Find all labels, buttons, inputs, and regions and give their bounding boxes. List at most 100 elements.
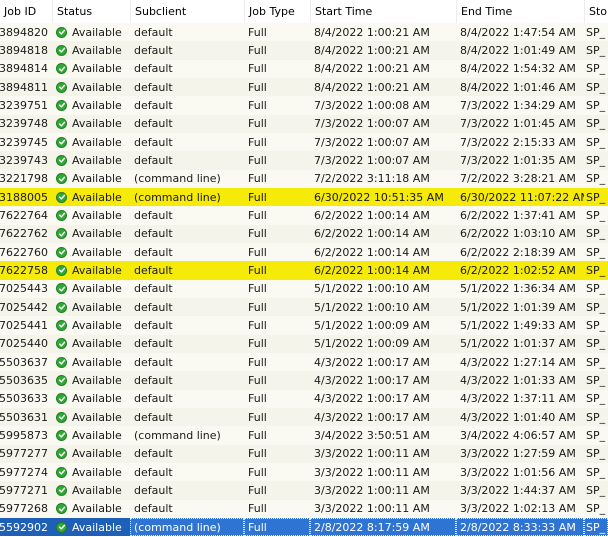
end-time-cell: 7/3/2022 1:01:35 AM (460, 153, 576, 167)
start-time-cell: 6/2/2022 1:00:14 AM (314, 263, 430, 277)
column-header-storage[interactable]: Sto (584, 0, 608, 23)
job-type-cell: Full (248, 337, 267, 351)
job-type-cell: Full (244, 517, 310, 537)
start-time-cell: 7/2/2022 3:11:18 AM (314, 172, 430, 186)
status-text: Available (72, 98, 122, 112)
status-cell: Available (52, 23, 130, 41)
column-header-job-id[interactable]: Job ID (0, 0, 52, 23)
end-time-cell: 3/3/2022 1:02:13 AM (460, 502, 576, 516)
start-time-cell: 5/1/2022 1:00:10 AM (314, 282, 430, 296)
table-row[interactable]: 5592902 Available (command line) Full 2/… (0, 517, 608, 537)
table-row[interactable]: 7025441 Available default Full 5/1/2022 … (0, 316, 608, 335)
end-time-cell: 6/30/2022 11:07:22 AM (460, 190, 584, 204)
table-row[interactable]: 3894820 Available default Full 8/4/2022 … (0, 23, 608, 42)
job-type-cell: Full (248, 135, 267, 149)
end-time-cell: 3/3/2022 1:27:59 AM (460, 447, 576, 461)
status-text: Available (72, 318, 122, 332)
job-id-cell: 5977271 (0, 483, 48, 497)
subclient-cell: default (134, 43, 173, 57)
column-header-end-time[interactable]: End Time (456, 0, 584, 23)
job-type-cell: Full (248, 62, 267, 76)
status-text: Available (72, 245, 122, 259)
table-row[interactable]: 7025442 Available default Full 5/1/2022 … (0, 297, 608, 317)
check-circle-icon (56, 319, 67, 331)
job-type-cell: Full (248, 25, 267, 39)
table-row[interactable]: 5503633 Available default Full 4/3/2022 … (0, 389, 608, 408)
job-id-cell: 5995873 (0, 428, 48, 442)
job-id-cell: 7622760 (0, 245, 48, 259)
start-time-cell: 5/1/2022 1:00:10 AM (314, 300, 430, 314)
status-cell: Available (52, 151, 130, 169)
table-row[interactable]: 7622764 Available default Full 6/2/2022 … (0, 206, 608, 225)
status-text: Available (72, 447, 122, 461)
subclient-cell: default (134, 117, 173, 131)
start-time-cell: 3/3/2022 1:00:11 AM (314, 483, 430, 497)
table-row[interactable]: 7622758 Available default Full 6/2/2022 … (0, 261, 608, 280)
subclient-cell: default (134, 483, 173, 497)
storage-policy-cell: SP_ (586, 227, 606, 241)
check-circle-icon (56, 503, 67, 515)
table-row[interactable]: 7622762 Available default Full 6/2/2022 … (0, 224, 608, 243)
job-id-cell: 7025443 (0, 282, 48, 296)
storage-policy-cell: SP_ (586, 172, 606, 186)
status-text: Available (72, 428, 122, 442)
start-time-cell: 6/2/2022 1:00:14 AM (314, 227, 430, 241)
job-type-cell: Full (248, 465, 267, 479)
table-row[interactable]: 5995873 Available (command line) Full 3/… (0, 426, 608, 445)
status-cell: Available (52, 426, 130, 444)
job-id-cell: 3239745 (0, 135, 48, 149)
status-text: Available (72, 62, 122, 76)
column-header-job-type[interactable]: Job Type (244, 0, 310, 23)
start-time-cell: 6/2/2022 1:00:14 AM (314, 245, 430, 259)
job-id-cell: 3239743 (0, 153, 48, 167)
end-time-cell: 6/2/2022 1:37:41 AM (460, 208, 576, 222)
storage-policy-cell: SP_ (586, 318, 606, 332)
subclient-cell: default (134, 355, 173, 369)
start-time-cell: 7/3/2022 1:00:07 AM (314, 135, 430, 149)
job-type-cell: Full (248, 447, 267, 461)
storage-policy-cell: SP_ (586, 117, 606, 131)
table-row[interactable]: 7025443 Available default Full 5/1/2022 … (0, 279, 608, 298)
start-time-cell: 3/3/2022 1:00:11 AM (314, 465, 430, 479)
storage-policy-cell: SP_ (586, 43, 606, 57)
status-text: Available (72, 373, 122, 387)
job-type-cell: Full (248, 117, 267, 131)
table-row[interactable]: 7622760 Available default Full 6/2/2022 … (0, 242, 608, 262)
table-row[interactable]: 3894814 Available default Full 8/4/2022 … (0, 59, 608, 78)
column-header-status[interactable]: Status (52, 0, 130, 23)
table-row[interactable]: 5503631 Available default Full 4/3/2022 … (0, 407, 608, 427)
job-id-cell: 5977274 (0, 465, 48, 479)
column-header-start-time[interactable]: Start Time (310, 0, 456, 23)
table-row[interactable]: 5977268 Available default Full 3/3/2022 … (0, 499, 608, 518)
storage-policy-cell: SP_ (586, 135, 606, 149)
column-header-subclient[interactable]: Subclient (130, 0, 244, 23)
table-row[interactable]: 5977271 Available default Full 3/3/2022 … (0, 481, 608, 500)
storage-policy-cell: SP_ (586, 373, 606, 387)
table-row[interactable]: 5503635 Available default Full 4/3/2022 … (0, 371, 608, 390)
table-row[interactable]: 3188005 Available (command line) Full 6/… (0, 187, 608, 207)
subclient-cell: default (134, 227, 173, 241)
table-row[interactable]: 5977277 Available default Full 3/3/2022 … (0, 444, 608, 463)
table-row[interactable]: 3894818 Available default Full 8/4/2022 … (0, 41, 608, 60)
table-row[interactable]: 3239748 Available default Full 7/3/2022 … (0, 114, 608, 133)
table-row[interactable]: 7025440 Available default Full 5/1/2022 … (0, 334, 608, 353)
table-row[interactable]: 3239743 Available default Full 7/3/2022 … (0, 151, 608, 170)
table-row[interactable]: 3894811 Available default Full 8/4/2022 … (0, 77, 608, 97)
table-row[interactable]: 3239751 Available default Full 7/3/2022 … (0, 96, 608, 115)
subclient-cell: default (134, 300, 173, 314)
table-row[interactable]: 3221798 Available (command line) Full 7/… (0, 169, 608, 188)
check-circle-icon (56, 429, 67, 441)
status-cell: Available (52, 298, 130, 316)
job-id-cell: 3239751 (0, 98, 48, 112)
job-id-cell: 5977277 (0, 447, 48, 461)
status-text: Available (72, 190, 122, 204)
job-id-cell: 5503637 (0, 355, 48, 369)
status-cell: Available (52, 41, 130, 59)
job-type-cell: Full (248, 227, 267, 241)
subclient-cell: default (134, 245, 173, 259)
table-row[interactable]: 3239745 Available default Full 7/3/2022 … (0, 132, 608, 152)
job-id-cell: 5977268 (0, 502, 48, 516)
table-row[interactable]: 5977274 Available default Full 3/3/2022 … (0, 462, 608, 482)
table-row[interactable]: 5503637 Available default Full 4/3/2022 … (0, 352, 608, 372)
status-text: Available (72, 172, 122, 186)
